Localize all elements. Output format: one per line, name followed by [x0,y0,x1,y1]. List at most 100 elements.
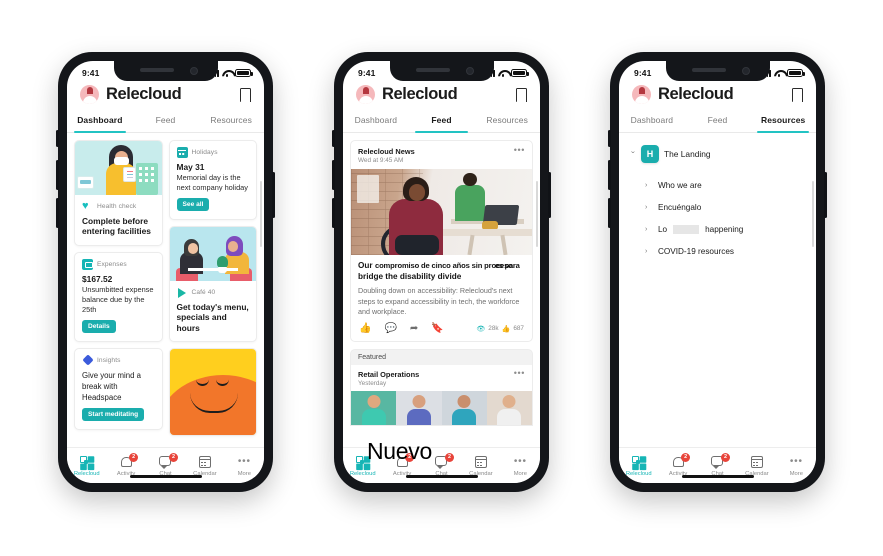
volume-down-button[interactable] [56,198,59,228]
tree-item-encuengalo[interactable]: › Encuéngalo [629,196,806,218]
tab-dashboard[interactable]: Dashboard [619,112,685,132]
post-header: Relecloud News Wed at 9:45 AM ••• [351,141,532,169]
power-button[interactable] [272,172,275,218]
like-icon[interactable]: 👍 [359,323,371,334]
chevron-right-icon[interactable]: › [645,248,652,255]
card-expenses[interactable]: Expenses $167.52 Unsumbitted expense bal… [74,251,163,342]
bookmark-icon[interactable] [514,87,527,103]
volume-up-button[interactable] [332,160,335,190]
card-chip-label: Expenses [97,260,127,268]
tab-resources[interactable]: Resources [750,112,816,133]
scrollbar[interactable] [812,181,814,247]
avatar[interactable] [632,85,651,104]
featured-menu-icon[interactable]: ••• [514,368,525,377]
headspace-illustration [169,348,257,435]
volume-down-button[interactable] [332,198,335,228]
insights-start-button[interactable]: Start meditating [82,408,145,422]
bookmark-icon[interactable] [790,87,803,103]
card-headspace[interactable] [168,347,257,436]
tab-feed[interactable]: Feed [409,112,475,133]
scrollbar[interactable] [260,181,262,247]
nav-item-calendar[interactable]: Calendar [461,455,500,477]
card-cafe[interactable]: Café 40 Get today's menu, specials and h… [168,226,257,342]
nav-item-chat[interactable]: 2 Chat [146,453,185,477]
nav-item-more[interactable]: ••• More [225,455,264,477]
nav-label: Relecloud [349,470,376,477]
nav-item-relecloud[interactable]: Relecloud [67,455,106,477]
save-icon[interactable]: 🔖 [431,323,443,334]
tree-item-whats-happening[interactable]: › Lo happening [629,218,806,240]
thumbnail[interactable] [351,390,397,425]
thumbnail[interactable] [441,390,487,425]
tab-dashboard[interactable]: Dashboard [67,112,133,133]
chevron-right-icon[interactable]: › [645,226,652,233]
card-chip-label: Health check [97,203,137,210]
post-stats: 👁 28k 👍 687 [476,325,524,333]
thumbs-up-icon: 👍 [501,325,511,333]
featured-card[interactable]: Retail Operations Yesterday ••• [350,364,533,426]
volume-up-button[interactable] [608,160,611,190]
power-button[interactable] [824,172,827,218]
heart-icon: ♥ [82,200,89,212]
nav-item-more[interactable]: ••• More [777,455,816,477]
comment-icon[interactable]: 💬 [384,323,396,334]
silent-switch[interactable] [332,130,335,147]
volume-down-button[interactable] [608,198,611,228]
card-chip: Expenses [82,258,155,270]
post-headline-wrap: Our bridge the disability divide comprom… [351,255,532,282]
tree-item-covid-resources[interactable]: › COVID-19 resources [629,240,806,262]
silent-switch[interactable] [608,130,611,147]
chat-badge: 2 [721,453,731,462]
expenses-details-button[interactable]: Details [82,319,116,333]
nav-label: More [789,470,803,477]
views-count: 28k [488,325,499,333]
nav-item-calendar[interactable]: Calendar [185,455,224,477]
scrollbar[interactable] [536,181,538,247]
tab-resources[interactable]: Resources [198,112,264,132]
nav-item-relecloud[interactable]: Relecloud [619,455,658,477]
grid-icon [79,455,94,468]
chevron-right-icon[interactable]: › [645,204,652,211]
tree-item-who-we-are[interactable]: › Who we are [629,174,806,196]
avatar[interactable] [356,85,375,104]
nav-item-calendar[interactable]: Calendar [737,455,776,477]
share-icon[interactable]: ➦ [410,323,418,334]
chevron-right-icon[interactable]: › [645,182,652,189]
nav-item-activity[interactable]: 2 Activity [106,452,145,477]
bell-icon: 2 [672,452,691,468]
card-health-check[interactable]: ♥ Health check Complete before entering … [74,140,163,246]
bookmark-icon[interactable] [238,87,251,103]
holidays-body: Memorial day is the next company holiday [176,173,249,193]
avatar[interactable] [80,85,99,104]
feed-list: Relecloud News Wed at 9:45 AM ••• Our br… [343,133,540,426]
holidays-see-all-button[interactable]: See all [176,198,210,212]
post-menu-icon[interactable]: ••• [514,146,525,155]
nav-item-chat[interactable]: 2 Chat [698,453,737,477]
dashboard-grid: ♥ Health check Complete before entering … [67,133,264,436]
front-camera [465,66,474,75]
thumbnail[interactable] [486,390,532,425]
volume-up-button[interactable] [56,160,59,190]
tab-resources[interactable]: Resources [474,112,540,132]
nav-item-activity[interactable]: 2 Activity [658,452,697,477]
thumbnail[interactable] [396,390,442,425]
silent-switch[interactable] [56,130,59,147]
card-holidays[interactable]: Holidays May 31 Memorial day is the next… [168,140,257,221]
tab-feed[interactable]: Feed [685,112,751,132]
tree-root[interactable]: › H The Landing [629,145,806,163]
card-insights[interactable]: Insights Give your mind a break with Hea… [74,347,163,431]
tab-feed[interactable]: Feed [133,112,199,132]
front-camera [741,66,750,75]
chat-badge: 2 [445,453,455,462]
chevron-down-icon[interactable]: › [629,151,636,158]
nav-label: More [237,470,251,477]
power-button[interactable] [548,172,551,218]
featured-row: Retail Operations Yesterday ••• [351,365,532,391]
tab-dashboard[interactable]: Dashboard [343,112,409,132]
activity-badge: 2 [129,452,139,462]
nuevo-overlay-label: Nuevo [367,438,432,464]
nav-item-more[interactable]: ••• More [501,455,540,477]
feed-post[interactable]: Relecloud News Wed at 9:45 AM ••• Our br… [350,140,533,342]
phone-dashboard: 9:41 Relecloud Dashboard Feed Resources [56,52,275,492]
wifi-icon [222,69,232,78]
